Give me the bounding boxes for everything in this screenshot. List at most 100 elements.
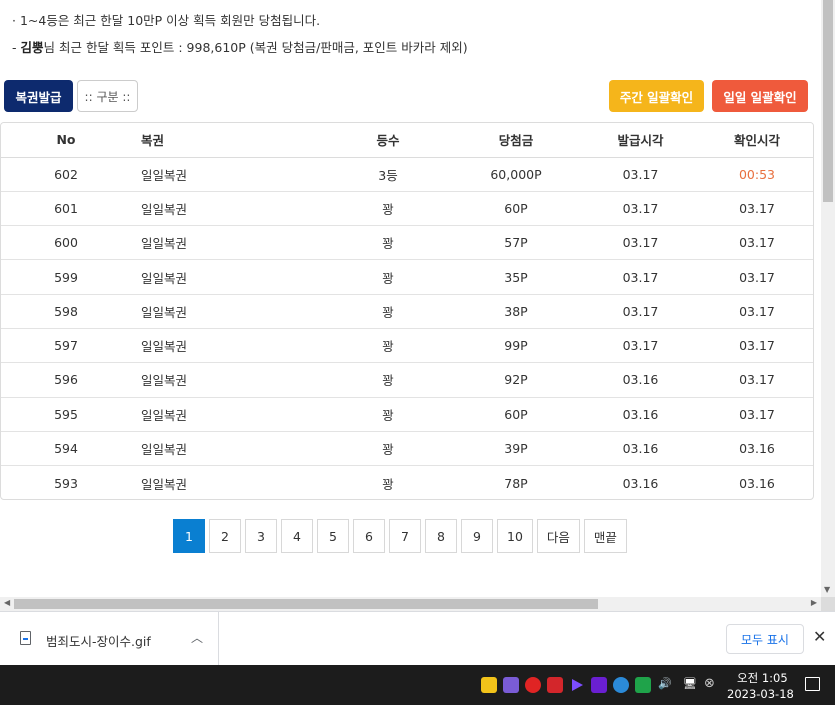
cell-lottery: 일일복권 bbox=[131, 191, 324, 227]
cell-prize: 57P bbox=[452, 225, 580, 261]
weekly-check-all-button[interactable]: 주간 일괄확인 bbox=[609, 80, 704, 112]
cell-prize: 35P bbox=[452, 259, 580, 295]
horizontal-scroll-thumb[interactable] bbox=[14, 599, 598, 609]
page-button-2[interactable]: 2 bbox=[209, 519, 241, 553]
notice-rule-text: · 1~4등은 최근 한달 10만P 이상 획득 회원만 당첨됩니다. bbox=[12, 13, 321, 28]
horizontal-scrollbar[interactable]: ◀ ▶ bbox=[0, 597, 821, 611]
header-issued-time: 발급시각 bbox=[580, 123, 701, 158]
cell-no: 594 bbox=[1, 431, 131, 467]
page-button-6[interactable]: 6 bbox=[353, 519, 385, 553]
network-icon[interactable]: 🖥 bbox=[683, 677, 697, 690]
table-row[interactable]: 600 일일복권 꽝 57P 03.17 03.17 bbox=[1, 225, 813, 261]
scroll-right-arrow-icon[interactable]: ▶ bbox=[811, 598, 817, 607]
category-select[interactable]: :: 구분 :: bbox=[77, 80, 138, 112]
cell-issued-time: 03.17 bbox=[580, 157, 701, 192]
table-row[interactable]: 601 일일복권 꽝 60P 03.17 03.17 bbox=[1, 191, 813, 227]
cell-lottery: 일일복권 bbox=[131, 328, 324, 364]
download-file-name: 범죄도시-장이수.gif bbox=[46, 634, 151, 649]
cell-lottery: 일일복권 bbox=[131, 294, 324, 329]
issue-lottery-button[interactable]: 복권발급 bbox=[4, 80, 73, 112]
volume-icon[interactable]: 🔊 bbox=[658, 677, 672, 690]
video-icon[interactable] bbox=[547, 677, 563, 693]
cell-rank: 꽝 bbox=[324, 328, 452, 364]
page-button-1[interactable]: 1 bbox=[173, 519, 205, 553]
k-app-icon[interactable] bbox=[635, 677, 651, 693]
file-icon bbox=[20, 631, 31, 645]
page-button-10[interactable]: 10 bbox=[497, 519, 533, 553]
cell-rank: 꽝 bbox=[324, 191, 452, 227]
cell-issued-time: 03.16 bbox=[622, 475, 659, 491]
close-icon[interactable]: ✕ bbox=[813, 627, 826, 646]
cell-rank: 꽝 bbox=[324, 294, 452, 329]
table-row[interactable]: 599 일일복권 꽝 35P 03.17 03.17 bbox=[1, 259, 813, 295]
cell-no: 597 bbox=[1, 328, 131, 364]
page-button-8[interactable]: 8 bbox=[425, 519, 457, 553]
header-rank: 등수 bbox=[324, 123, 452, 158]
notice-rule: · 1~4등은 최근 한달 10만P 이상 획득 회원만 당첨됩니다. bbox=[12, 10, 320, 29]
notification-icon[interactable] bbox=[805, 677, 820, 691]
taskbar: 🔊 🖥 ⊗ 오전 1:05 2023-03-18 bbox=[0, 665, 835, 705]
cell-rank: 꽝 bbox=[382, 476, 394, 492]
record-icon[interactable] bbox=[525, 677, 541, 693]
cell-checked-time: 00:53 bbox=[701, 157, 813, 192]
table-row[interactable]: 596 일일복권 꽝 92P 03.16 03.17 bbox=[1, 362, 813, 398]
play-icon[interactable] bbox=[569, 677, 585, 693]
cell-prize: 92P bbox=[452, 362, 580, 398]
table-row[interactable]: 597 일일복권 꽝 99P 03.17 03.17 bbox=[1, 328, 813, 364]
cell-issued-time: 03.16 bbox=[580, 431, 701, 467]
cell-issued-time: 03.16 bbox=[580, 397, 701, 432]
app-tray-icon[interactable] bbox=[503, 677, 519, 693]
cell-lottery: 일일복권 bbox=[131, 259, 324, 295]
table-row[interactable]: 594 일일복권 꽝 39P 03.16 03.16 bbox=[1, 431, 813, 467]
cell-checked-time: 03.17 bbox=[701, 259, 813, 295]
cell-no: 602 bbox=[1, 157, 131, 192]
cell-no: 600 bbox=[1, 225, 131, 261]
sync-icon[interactable] bbox=[613, 677, 629, 693]
cell-rank: 꽝 bbox=[324, 225, 452, 261]
vertical-scrollbar[interactable]: ▼ bbox=[821, 0, 835, 597]
cell-checked-time: 03.16 bbox=[701, 431, 813, 467]
clock-date[interactable]: 2023-03-18 bbox=[727, 687, 794, 701]
page-button-5[interactable]: 5 bbox=[317, 519, 349, 553]
chevron-up-icon[interactable]: ︿ bbox=[191, 629, 203, 646]
cell-prize: 60P bbox=[452, 191, 580, 227]
media-icon[interactable] bbox=[591, 677, 607, 693]
cell-prize: 99P bbox=[452, 328, 580, 364]
cell-issued-time: 03.17 bbox=[580, 328, 701, 364]
page-button-7[interactable]: 7 bbox=[389, 519, 421, 553]
page-button-4[interactable]: 4 bbox=[281, 519, 313, 553]
cell-no: 601 bbox=[1, 191, 131, 227]
page-button-9[interactable]: 9 bbox=[461, 519, 493, 553]
notice-username: 김뿡 bbox=[20, 40, 44, 55]
download-bar: 범죄도시-장이수.gif ︿ 모두 표시 ✕ bbox=[0, 611, 835, 665]
scroll-left-arrow-icon[interactable]: ◀ bbox=[4, 598, 10, 607]
table-row[interactable]: 595 일일복권 꽝 60P 03.16 03.17 bbox=[1, 397, 813, 432]
show-all-button[interactable]: 모두 표시 bbox=[726, 624, 804, 654]
cell-issued-time: 03.17 bbox=[580, 294, 701, 329]
cell-prize: 60,000P bbox=[452, 157, 580, 192]
cell-checked-time: 03.16 bbox=[739, 475, 775, 491]
table-row[interactable]: 602 일일복권 3등 60,000P 03.17 00:53 bbox=[1, 157, 813, 192]
cell-no: 596 bbox=[1, 362, 131, 398]
clock-time[interactable]: 오전 1:05 bbox=[737, 670, 788, 686]
cell-checked-time: 03.17 bbox=[701, 191, 813, 227]
header-no: No bbox=[1, 123, 131, 158]
vertical-scroll-thumb[interactable] bbox=[823, 0, 833, 202]
cell-lottery: 일일복권 bbox=[131, 157, 324, 192]
next-page-button[interactable]: 다음 bbox=[536, 519, 580, 553]
table-row[interactable]: 598 일일복권 꽝 38P 03.17 03.17 bbox=[1, 294, 813, 329]
table-row[interactable]: 593 일일복권 꽝 78P 03.16 03.16 bbox=[1, 466, 813, 499]
last-page-button[interactable]: 맨끝 bbox=[583, 519, 627, 553]
scroll-down-arrow-icon[interactable]: ▼ bbox=[824, 585, 830, 594]
daily-check-all-button[interactable]: 일일 일괄확인 bbox=[712, 80, 808, 112]
header-lottery: 복권 bbox=[131, 123, 324, 158]
kakaotalk-icon[interactable] bbox=[481, 677, 497, 693]
cell-issued-time: 03.16 bbox=[580, 362, 701, 398]
notice-points: - 김뿡님 최근 한달 획득 포인트 : 998,610P (복권 당첨금/판매… bbox=[12, 37, 468, 56]
status-icon[interactable]: ⊗ bbox=[704, 676, 715, 691]
page-button-3[interactable]: 3 bbox=[245, 519, 277, 553]
cell-lottery: 일일복권 bbox=[131, 362, 324, 398]
cell-prize: 38P bbox=[452, 294, 580, 329]
download-item[interactable]: 범죄도시-장이수.gif ︿ bbox=[0, 612, 219, 665]
cell-rank: 꽝 bbox=[324, 431, 452, 467]
